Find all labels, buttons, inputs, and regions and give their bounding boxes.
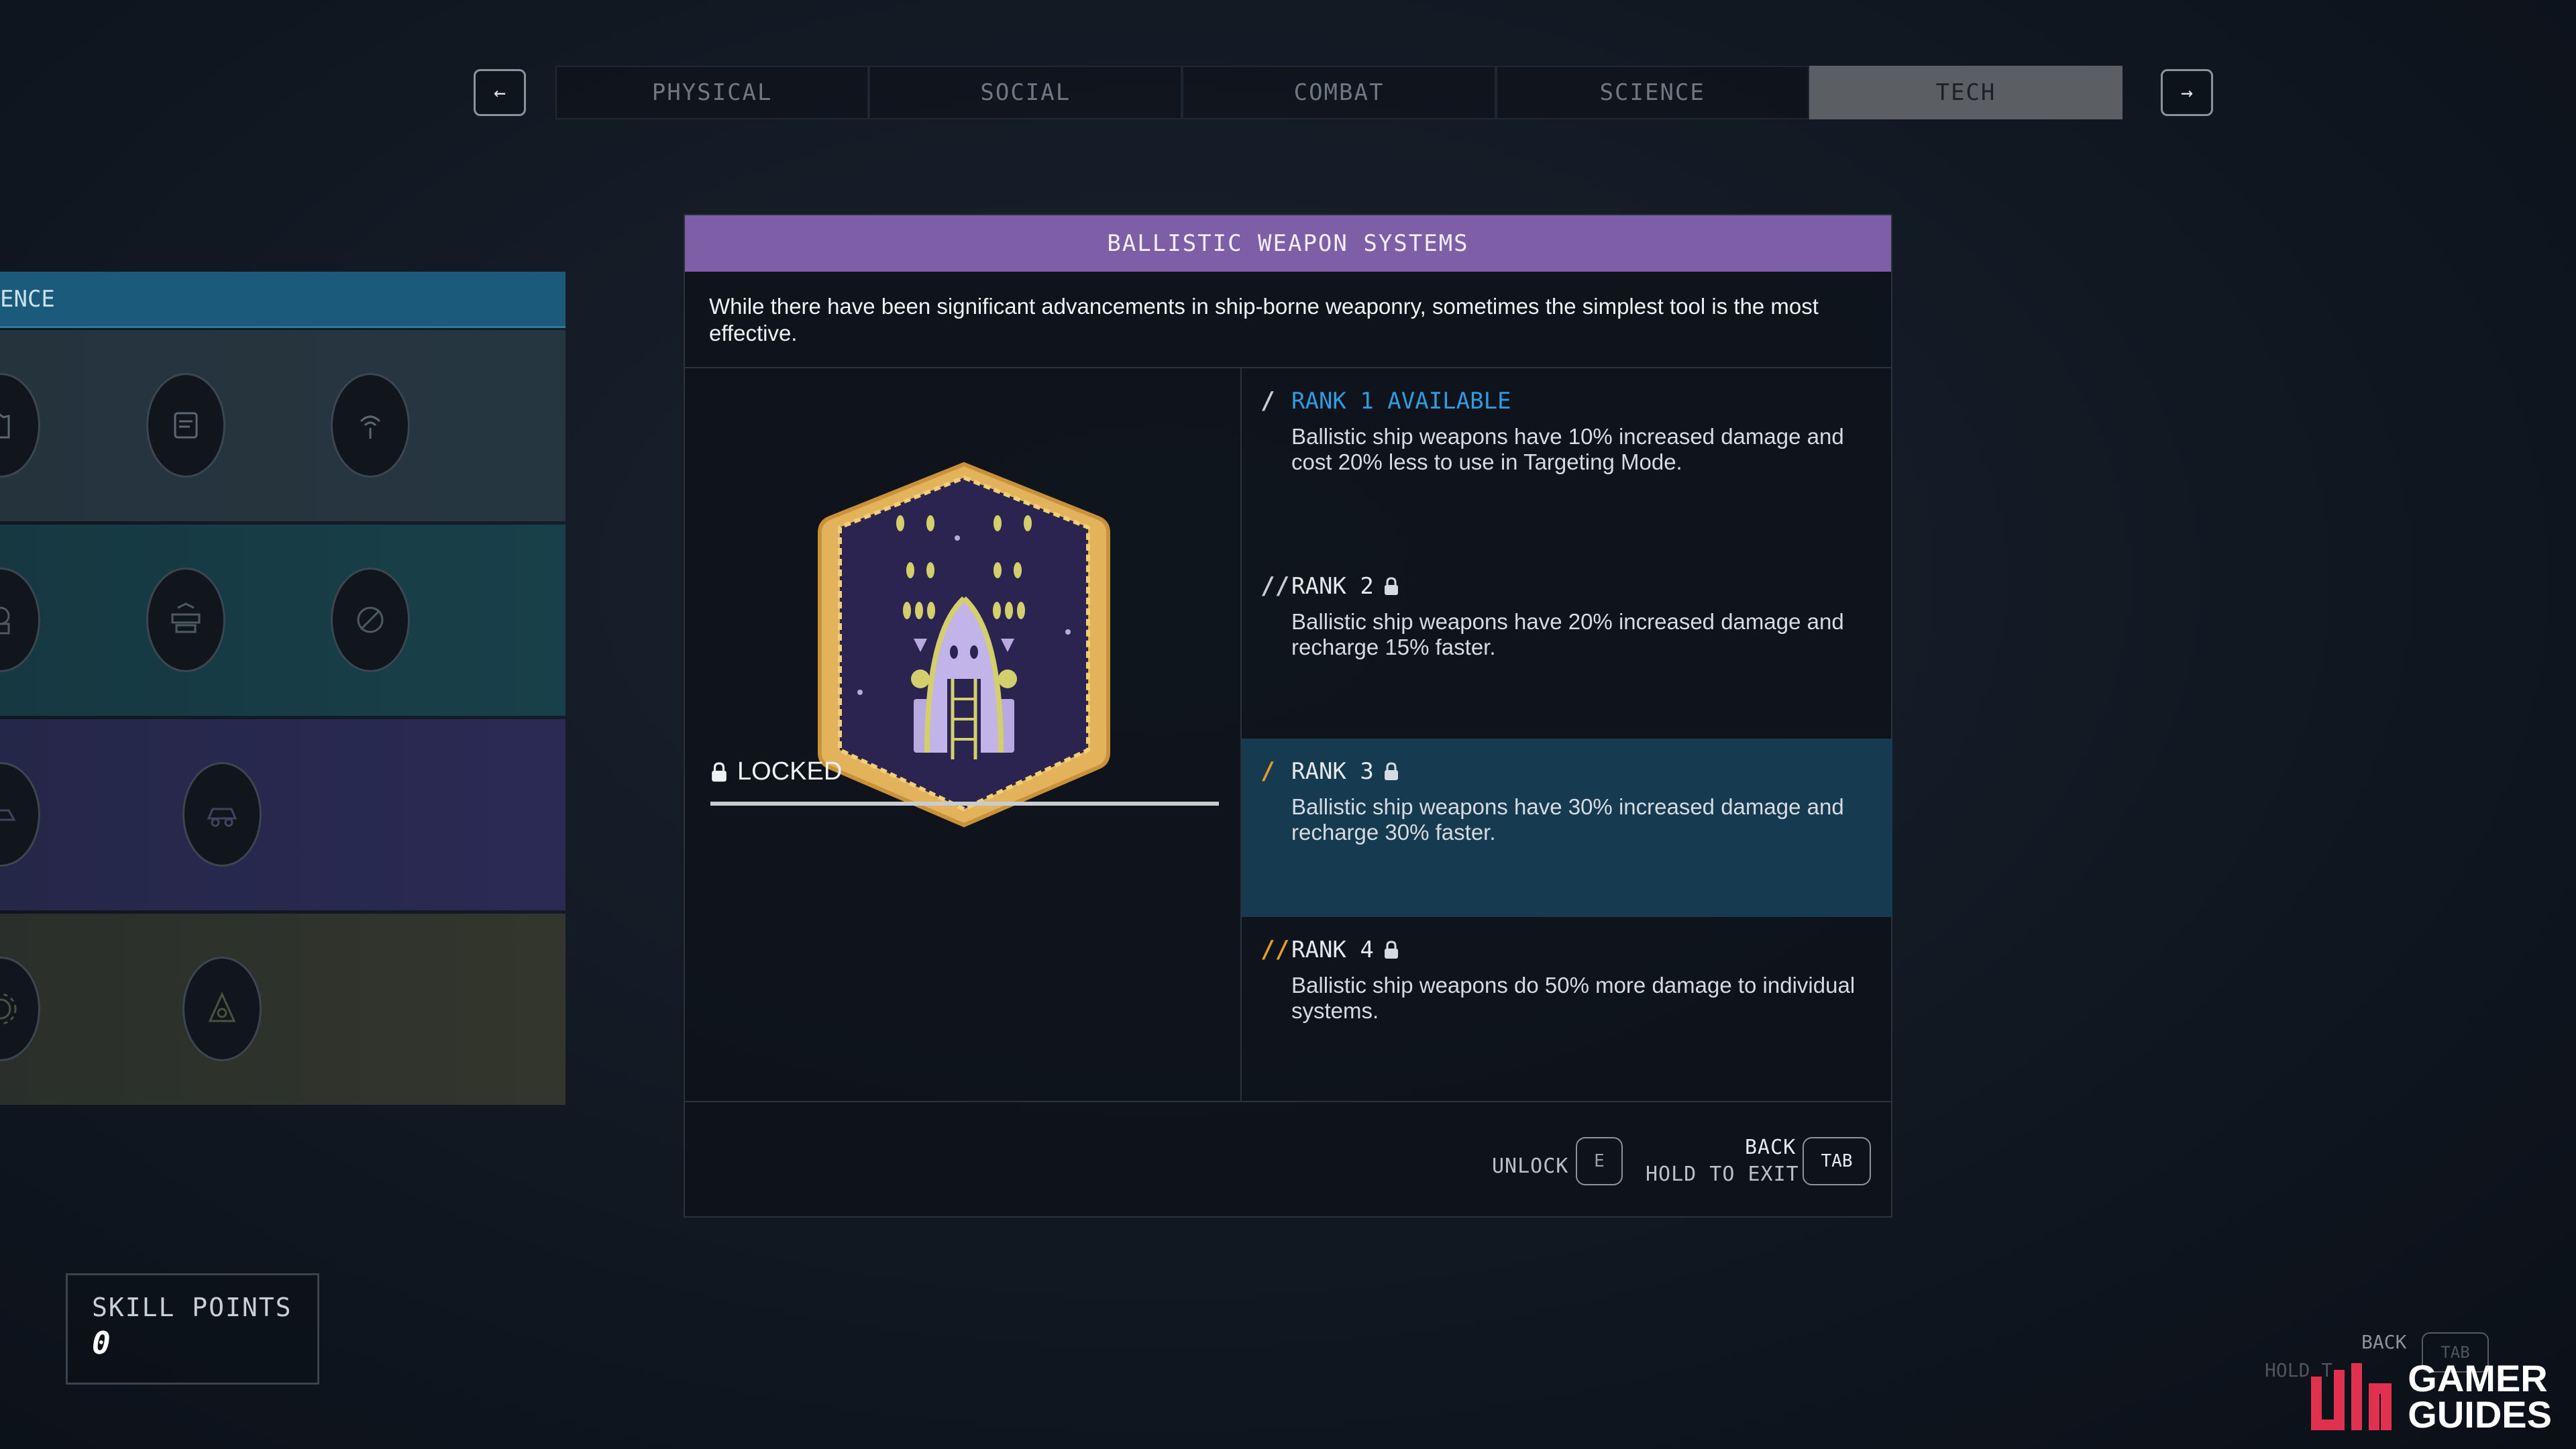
skill-points-label: SKILL POINTS — [92, 1293, 292, 1322]
skill-points-value: 0 — [92, 1325, 111, 1361]
rank-3[interactable]: / RANK 3 Ballistic ship weapons have 30%… — [1242, 739, 1892, 917]
rank-3-marker-icon: / — [1260, 757, 1275, 785]
panel-footer: UNLOCK E BACK HOLD TO EXIT TAB — [685, 1101, 1891, 1216]
arrow-right-icon: → — [2180, 80, 2194, 105]
signal-icon — [360, 415, 381, 439]
datapad-icon — [174, 412, 198, 439]
ballistic-weapon-patch-icon — [818, 462, 1110, 828]
rover-icon — [207, 808, 237, 827]
tree-header-label: ENCE — [0, 285, 55, 313]
tab-combat[interactable]: COMBAT — [1182, 66, 1496, 119]
prev-category-button[interactable]: ← — [474, 69, 526, 116]
skill-body: LOCKED / RANK 1 AVAILABLE Ballistic ship… — [685, 368, 1892, 1102]
skill-node[interactable] — [331, 568, 410, 672]
skill-description: While there have been significant advanc… — [685, 272, 1891, 368]
tab-social[interactable]: SOCIAL — [869, 66, 1183, 119]
glove-icon — [0, 413, 10, 439]
rank-1-label: RANK 1 AVAILABLE — [1291, 387, 1511, 415]
unlock-label: UNLOCK — [1492, 1155, 1569, 1178]
skill-detail-panel: BALLISTIC WEAPON SYSTEMS While there hav… — [684, 214, 1892, 1218]
rank-4-marker-icon: // — [1260, 936, 1290, 963]
compass-icon — [208, 991, 236, 1022]
rank-4-description: Ballistic ship weapons do 50% more damag… — [1291, 973, 1856, 1023]
tree-row-4 — [0, 914, 566, 1105]
rank-4-label: RANK 4 — [1291, 936, 1374, 963]
weapon-crate-icon — [171, 602, 201, 633]
skill-node[interactable] — [0, 762, 40, 867]
watermark-line-1: GAMER — [2408, 1357, 2548, 1399]
gamer-guides-logo-icon — [2311, 1363, 2392, 1430]
watermark-line-2: GUIDES — [2408, 1393, 2552, 1436]
lock-icon — [1384, 761, 1398, 780]
ghost-back-label: BACK — [2361, 1331, 2407, 1353]
lock-icon — [712, 761, 727, 782]
skill-title: BALLISTIC WEAPON SYSTEMS — [685, 215, 1891, 272]
category-tabs: PHYSICAL SOCIAL COMBAT SCIENCE TECH — [555, 66, 2123, 119]
back-label: BACK — [1745, 1136, 1796, 1159]
tree-header: ENCE — [0, 272, 566, 328]
rank-2[interactable]: // RANK 2 Ballistic ship weapons have 20… — [1242, 553, 1892, 739]
rank-1[interactable]: / RANK 1 AVAILABLE Ballistic ship weapon… — [1242, 368, 1892, 553]
astronaut-icon — [0, 606, 10, 635]
skill-node[interactable] — [182, 762, 262, 867]
lock-status: LOCKED — [710, 757, 842, 786]
unlock-key-label: E — [1594, 1151, 1605, 1171]
unlock-key-button[interactable]: E — [1576, 1137, 1623, 1185]
skill-node[interactable] — [331, 373, 410, 478]
tab-science[interactable]: SCIENCE — [1495, 66, 1809, 119]
rank-3-description: Ballistic ship weapons have 30% increase… — [1291, 794, 1844, 845]
watermark-text: GAMER GUIDES — [2408, 1357, 2552, 1436]
skill-node[interactable] — [0, 957, 40, 1061]
tree-row-2 — [0, 525, 566, 716]
rank-1-marker-icon: / — [1260, 387, 1275, 415]
gamer-guides-watermark: GAMER GUIDES — [2304, 1356, 2552, 1437]
skill-node[interactable] — [182, 957, 262, 1061]
rank-2-label: RANK 2 — [1291, 572, 1374, 600]
rank-2-marker-icon: // — [1260, 572, 1290, 600]
hold-to-exit-label: HOLD TO EXIT — [1646, 1163, 1799, 1186]
skill-node[interactable] — [0, 568, 40, 672]
unlock-progress-bar — [710, 802, 1219, 806]
tab-tech[interactable]: TECH — [1809, 66, 2123, 119]
back-key-label: TAB — [1821, 1151, 1853, 1171]
rank-2-description: Ballistic ship weapons have 20% increase… — [1291, 609, 1844, 659]
back-key-button[interactable]: TAB — [1803, 1137, 1871, 1185]
skill-badge-column: LOCKED — [685, 368, 1242, 1102]
rank-1-description: Ballistic ship weapons have 10% increase… — [1291, 424, 1844, 474]
lock-status-label: LOCKED — [737, 757, 843, 786]
gear-icon — [0, 993, 17, 1025]
lock-icon — [1384, 940, 1398, 959]
arrow-left-icon: ← — [493, 80, 506, 105]
vehicle-icon — [0, 809, 16, 821]
rank-3-label: RANK 3 — [1291, 757, 1374, 785]
tree-row-1 — [0, 330, 566, 521]
tab-physical[interactable]: PHYSICAL — [555, 66, 869, 119]
next-category-button[interactable]: → — [2161, 69, 2213, 116]
lock-icon — [1384, 576, 1398, 595]
skill-node[interactable] — [146, 373, 225, 478]
skill-node[interactable] — [146, 568, 225, 672]
skill-node[interactable] — [0, 373, 40, 478]
skill-points-box: SKILL POINTS 0 — [66, 1273, 319, 1385]
tree-row-3 — [0, 719, 566, 910]
no-target-icon — [357, 606, 384, 633]
rank-4[interactable]: // RANK 4 Ballistic ship weapons do 50% … — [1242, 917, 1892, 1102]
